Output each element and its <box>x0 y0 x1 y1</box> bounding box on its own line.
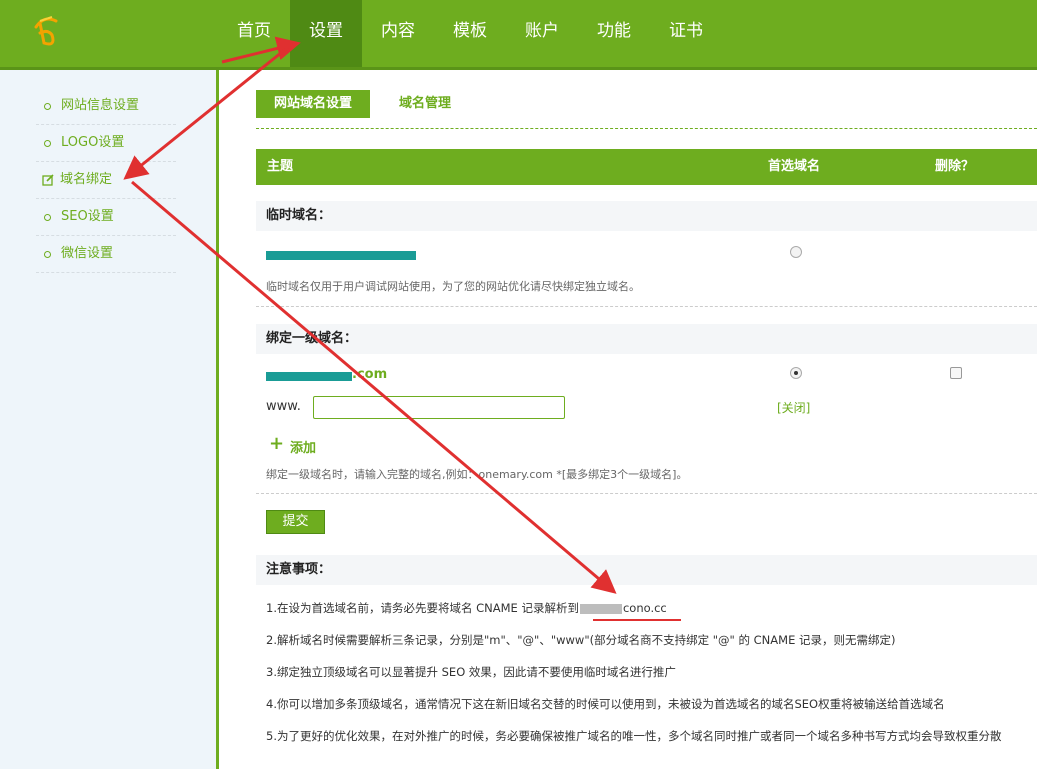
notice-item-2: 2.解析域名时候需要解析三条记录，分别是"m"、"@"、"www"(部分域名商不… <box>266 633 896 647</box>
sidebar-item-label: 网站信息设置 <box>61 98 140 113</box>
tab-domain-management[interactable]: 域名管理 <box>399 90 451 118</box>
tab-divider <box>256 128 1037 129</box>
cname-domain: cono.cc <box>622 601 667 615</box>
sidebar-item-logo[interactable]: LOGO设置 <box>36 125 176 162</box>
notice-line-1-text: 1.在设为首选域名前，请务必先要将域名 CNAME 记录解析到 <box>266 601 579 615</box>
sidebar-item-label: SEO设置 <box>61 209 114 224</box>
redacted-primary-domain <box>266 372 352 381</box>
sidebar-item-label: 域名绑定 <box>60 172 113 187</box>
redacted-cname-target <box>579 603 622 614</box>
close-link[interactable]: [关闭] <box>777 399 810 416</box>
section-divider <box>256 493 1037 494</box>
nav-content[interactable]: 内容 <box>362 0 434 67</box>
col-subject: 主题 <box>267 159 294 174</box>
sidebar-item-wechat[interactable]: 微信设置 <box>36 236 176 273</box>
primary-domain-heading: 绑定一级域名： <box>256 324 1037 354</box>
sidebar-item-label: 微信设置 <box>61 246 114 261</box>
edit-icon <box>42 174 54 186</box>
main-content: 网站域名设置 域名管理 主题 首选域名 删除？ 临时域名： 临时域名仅用于用户调… <box>219 70 1037 769</box>
circle-bullet-icon <box>44 213 51 221</box>
submit-button[interactable]: 提交 <box>266 510 325 534</box>
nav-features[interactable]: 功能 <box>578 0 650 67</box>
site-logo[interactable] <box>30 13 110 49</box>
sidebar-item-domain-binding[interactable]: 域名绑定 <box>36 162 176 199</box>
www-domain-input[interactable] <box>313 396 565 419</box>
circle-bullet-icon <box>44 102 51 110</box>
sidebar-item-site-info[interactable]: 网站信息设置 <box>36 88 176 125</box>
nav-account[interactable]: 账户 <box>506 0 578 67</box>
notice-item-3: 3.绑定独立顶级域名可以显著提升 SEO 效果，因此请不要使用临时域名进行推广 <box>266 665 676 679</box>
sidebar: 网站信息设置 LOGO设置 域名绑定 SEO设置 微信设置 <box>0 70 216 769</box>
preferred-radio-primary[interactable] <box>790 367 802 379</box>
temp-domain-heading: 临时域名： <box>256 201 1037 231</box>
col-preferred-domain: 首选域名 <box>768 159 821 174</box>
sidebar-item-label: LOGO设置 <box>61 135 125 150</box>
temp-domain-note: 临时域名仅用于用户调试网站使用，为了您的网站优化请尽快绑定独立域名。 <box>266 280 640 293</box>
domain-table-header: 主题 首选域名 删除？ <box>256 149 1037 185</box>
add-domain-link[interactable]: 添加 <box>290 437 316 456</box>
sidebar-item-seo[interactable]: SEO设置 <box>36 199 176 236</box>
circle-bullet-icon <box>44 139 51 147</box>
annotation-underline <box>593 619 681 621</box>
main-nav: 首页 设置 内容 模板 账户 功能 证书 <box>218 0 722 67</box>
nav-templates[interactable]: 模板 <box>434 0 506 67</box>
preferred-radio-temp[interactable] <box>790 246 802 258</box>
notice-heading: 注意事项： <box>256 555 1037 585</box>
sidebar-menu: 网站信息设置 LOGO设置 域名绑定 SEO设置 微信设置 <box>36 88 176 273</box>
notice-item-5: 5.为了更好的优化效果，在对外推广的时候，务必要确保被推广域名的唯一性，多个域名… <box>266 729 1002 743</box>
section-divider <box>256 306 1037 307</box>
nav-settings[interactable]: 设置 <box>290 0 362 67</box>
nav-certificate[interactable]: 证书 <box>650 0 722 67</box>
primary-domain-note: 绑定一级域名时，请输入完整的域名,例如：onemary.com *[最多绑定3个… <box>266 468 688 481</box>
plus-icon[interactable]: + <box>269 435 284 453</box>
notice-item-4: 4.你可以增加多条顶级域名，通常情况下这在新旧域名交替的时候可以使用到，未被设为… <box>266 697 945 711</box>
primary-domain-suffix: .com <box>352 367 388 382</box>
col-delete: 删除？ <box>935 159 975 174</box>
redacted-temp-domain <box>266 251 416 260</box>
tab-site-domain-settings[interactable]: 网站域名设置 <box>256 90 370 118</box>
notice-item-1: 1.在设为首选域名前，请务必先要将域名 CNAME 记录解析到 cono.cc <box>266 600 667 616</box>
www-prefix-label: www. <box>266 399 301 414</box>
circle-bullet-icon <box>44 250 51 258</box>
delete-checkbox-primary[interactable] <box>950 367 962 379</box>
nav-home[interactable]: 首页 <box>218 0 290 67</box>
